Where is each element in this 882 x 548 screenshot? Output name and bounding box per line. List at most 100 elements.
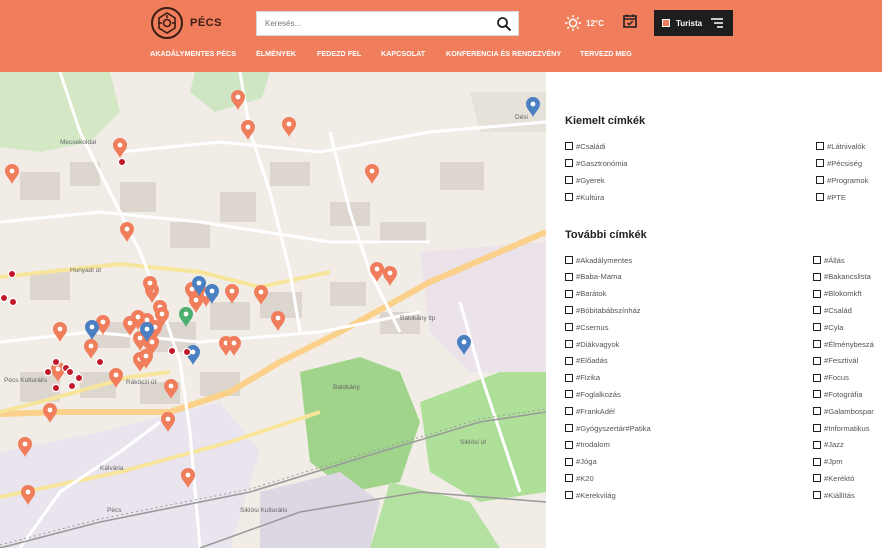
- checkbox-icon[interactable]: [565, 491, 573, 500]
- checkbox-icon[interactable]: [565, 289, 573, 298]
- tag-checkbox[interactable]: #Gyerek: [565, 175, 605, 185]
- tag-checkbox[interactable]: #Élménybeszá: [813, 339, 874, 349]
- pharmacy-marker[interactable]: [167, 346, 177, 356]
- checkbox-icon[interactable]: [565, 390, 573, 399]
- search-icon[interactable]: [496, 16, 512, 32]
- checkbox-icon[interactable]: [813, 289, 821, 298]
- tag-checkbox[interactable]: #Barátok: [565, 289, 606, 299]
- tag-checkbox[interactable]: #Gasztronómia: [565, 158, 628, 168]
- tag-checkbox[interactable]: #K20: [565, 473, 594, 483]
- pharmacy-marker[interactable]: [43, 367, 53, 377]
- tag-checkbox[interactable]: #Csernus: [565, 322, 609, 332]
- tag-checkbox[interactable]: #Bakancslista: [813, 272, 871, 282]
- pharmacy-marker[interactable]: [0, 293, 9, 303]
- tag-checkbox[interactable]: #Informatikus: [813, 423, 870, 433]
- checkbox-icon[interactable]: [813, 440, 821, 449]
- checkbox-icon[interactable]: [813, 373, 821, 382]
- checkbox-icon[interactable]: [565, 424, 573, 432]
- checkbox-icon[interactable]: [813, 457, 821, 466]
- tag-checkbox[interactable]: #Baba-Mama: [565, 272, 622, 282]
- tag-checkbox[interactable]: #FrankAdél: [565, 406, 615, 416]
- nav-item-kapcsolat[interactable]: KAPCSOLAT: [381, 49, 425, 58]
- checkbox-icon[interactable]: [816, 193, 824, 201]
- checkbox-icon[interactable]: [816, 142, 824, 150]
- checkbox-icon[interactable]: [565, 159, 573, 167]
- pharmacy-marker[interactable]: [65, 367, 75, 377]
- poi-marker[interactable]: [227, 336, 241, 356]
- checkbox-icon[interactable]: [813, 356, 821, 365]
- tag-checkbox[interactable]: #Gyógyszertár#Patika: [565, 423, 651, 433]
- tag-checkbox[interactable]: #Előadás: [565, 356, 608, 366]
- checkbox-icon[interactable]: [813, 272, 821, 281]
- checkbox-icon[interactable]: [813, 424, 821, 432]
- checkbox-icon[interactable]: [565, 256, 573, 264]
- checkbox-icon[interactable]: [565, 176, 573, 184]
- nav-item-elmenyek[interactable]: ÉLMÉNYEK: [256, 49, 296, 58]
- checkbox-icon[interactable]: [816, 159, 824, 167]
- poi-marker[interactable]: [225, 284, 239, 304]
- pharmacy-marker[interactable]: [51, 357, 61, 367]
- checkbox-icon[interactable]: [565, 457, 573, 466]
- tag-checkbox[interactable]: #Cyla: [813, 322, 843, 332]
- tag-checkbox[interactable]: #Keréktó: [813, 473, 854, 483]
- checkbox-icon[interactable]: [565, 193, 573, 201]
- tag-checkbox[interactable]: #Jóga: [565, 457, 597, 467]
- tag-checkbox[interactable]: #Családi: [565, 141, 606, 151]
- tag-checkbox[interactable]: #Fotográfia: [813, 389, 862, 399]
- poi-marker[interactable]: [365, 164, 379, 184]
- checkbox-icon[interactable]: [565, 407, 573, 416]
- logo[interactable]: PÉCS: [150, 6, 222, 40]
- tag-checkbox[interactable]: #Foglalkozás: [565, 389, 621, 399]
- tag-checkbox[interactable]: #Programok: [816, 175, 868, 185]
- pharmacy-marker[interactable]: [117, 157, 127, 167]
- checkbox-icon[interactable]: [565, 474, 573, 483]
- tag-checkbox[interactable]: #Kultúra: [565, 192, 604, 202]
- pharmacy-marker[interactable]: [95, 357, 105, 367]
- tag-checkbox[interactable]: #Fesztivál: [813, 356, 858, 366]
- tag-checkbox[interactable]: #Látnivalók: [816, 141, 865, 151]
- checkbox-icon[interactable]: [565, 356, 573, 365]
- tag-checkbox[interactable]: #Jpm: [813, 457, 843, 467]
- tag-checkbox[interactable]: #PTE: [816, 192, 846, 202]
- checkbox-icon[interactable]: [813, 491, 821, 500]
- poi-marker[interactable]: [84, 339, 98, 359]
- poi-marker[interactable]: [282, 117, 296, 137]
- checkbox-icon[interactable]: [565, 440, 573, 449]
- weather-widget[interactable]: 12°C: [564, 14, 604, 32]
- checkbox-icon[interactable]: [813, 390, 821, 399]
- tag-checkbox[interactable]: #Jazz: [813, 440, 844, 450]
- checkbox-icon[interactable]: [565, 373, 573, 382]
- tag-checkbox[interactable]: #Focus: [813, 373, 849, 383]
- pharmacy-marker[interactable]: [74, 373, 84, 383]
- checkbox-icon[interactable]: [813, 323, 821, 332]
- nav-item-konferencia[interactable]: KONFERENCIA ÉS RENDEZVÉNY: [446, 49, 561, 58]
- pharmacy-marker[interactable]: [7, 269, 17, 279]
- tag-checkbox[interactable]: #Család: [813, 305, 852, 315]
- tag-checkbox[interactable]: #Bóbitabábszínház: [565, 305, 641, 315]
- poi-marker[interactable]: [383, 266, 397, 286]
- checkbox-icon[interactable]: [813, 474, 821, 483]
- tag-checkbox[interactable]: #Blokomkft: [813, 289, 862, 299]
- tag-checkbox[interactable]: #Irodalom: [565, 440, 610, 450]
- poi-marker[interactable]: [271, 311, 285, 331]
- tag-checkbox[interactable]: #Galambospar: [813, 406, 874, 416]
- poi-marker[interactable]: [231, 90, 245, 110]
- poi-marker[interactable]: [53, 322, 67, 342]
- pharmacy-marker[interactable]: [67, 381, 77, 391]
- tag-checkbox[interactable]: #Fizika: [565, 373, 600, 383]
- tag-checkbox[interactable]: #Kerekvilág: [565, 490, 616, 500]
- checkbox-icon[interactable]: [565, 323, 573, 332]
- checkbox-icon[interactable]: [565, 340, 573, 348]
- poi-marker[interactable]: [43, 403, 57, 423]
- tag-checkbox[interactable]: #Kiállítás: [813, 490, 855, 500]
- calendar-icon[interactable]: [622, 13, 638, 29]
- nav-item-akadalymentes[interactable]: AKADÁLYMENTES PÉCS: [150, 49, 236, 58]
- poi-marker[interactable]: [5, 164, 19, 184]
- checkbox-icon[interactable]: [565, 142, 573, 150]
- checkbox-icon[interactable]: [816, 176, 824, 184]
- tag-checkbox[interactable]: #Akadálymentes: [565, 255, 632, 265]
- tag-checkbox[interactable]: #Diákvagyok: [565, 339, 619, 349]
- nav-item-fedezd-fel[interactable]: FEDEZD FEL: [317, 49, 361, 58]
- pharmacy-marker[interactable]: [182, 347, 192, 357]
- checkbox-icon[interactable]: [565, 306, 573, 315]
